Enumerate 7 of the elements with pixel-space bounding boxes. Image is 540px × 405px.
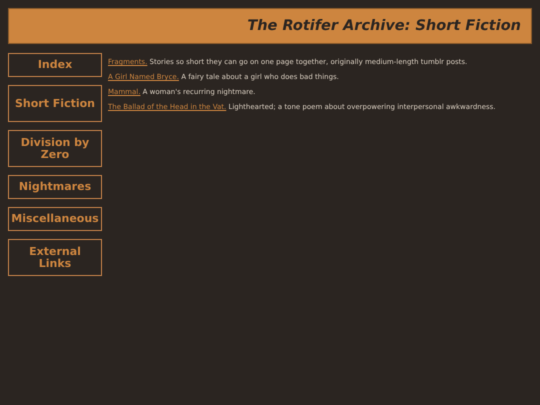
page-title: The Rotifer Archive: Short Fiction bbox=[247, 18, 521, 34]
nav-button[interactable]: External Links bbox=[8, 239, 102, 276]
nav-button[interactable]: Nightmares bbox=[8, 175, 102, 199]
nav-button[interactable]: Miscellaneous bbox=[8, 207, 102, 231]
nav-button[interactable]: Division by Zero bbox=[8, 130, 102, 167]
nav-button[interactable]: Index bbox=[8, 53, 102, 77]
nav-button[interactable]: Short Fiction bbox=[8, 85, 102, 122]
